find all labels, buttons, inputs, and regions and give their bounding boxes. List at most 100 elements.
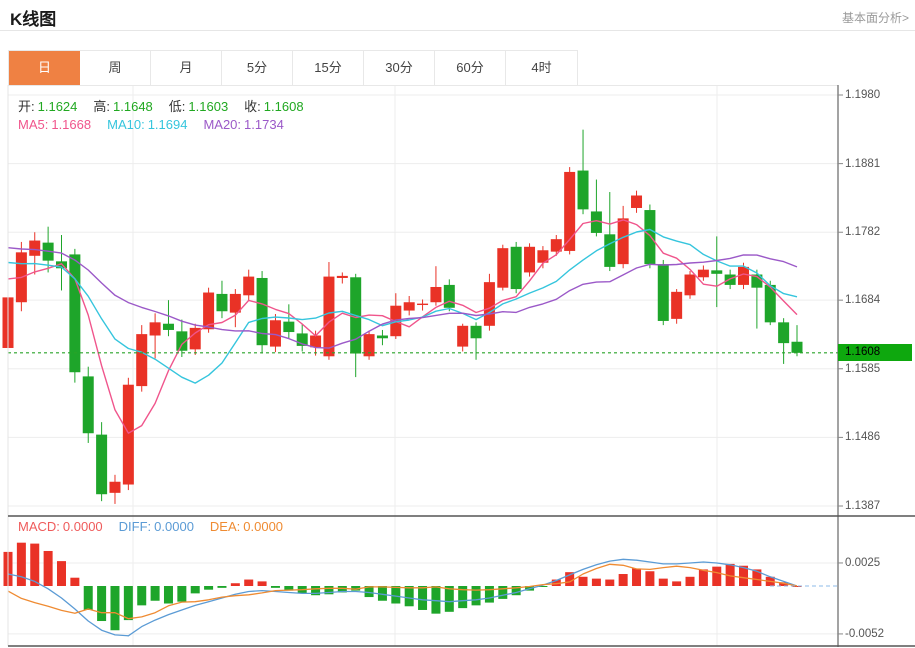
- tab-interval-5[interactable]: 30分: [364, 51, 435, 85]
- macd-bar-down: [431, 586, 440, 614]
- candle-down: [658, 264, 669, 321]
- legend-item: 低:1.1603: [169, 99, 228, 114]
- macd-bar-down: [164, 586, 173, 604]
- macd-bar-down: [217, 586, 226, 588]
- legend-item: DEA:0.0000: [210, 519, 283, 534]
- candle-up: [270, 320, 281, 346]
- candle-down: [792, 342, 803, 353]
- ohlc-legend: 开:1.1624 高:1.1648 低:1.1603 收:1.1608: [18, 96, 320, 115]
- macd-bar-up: [645, 571, 654, 586]
- macd-bar-up: [70, 578, 79, 586]
- candle-down: [711, 270, 722, 273]
- interval-tabstrip: 日周月5分15分30分60分4时: [8, 50, 578, 86]
- candle-up: [671, 292, 682, 319]
- kline-chart-area[interactable]: [0, 85, 915, 648]
- tab-interval-3[interactable]: 5分: [222, 51, 293, 85]
- candle-up: [524, 247, 535, 273]
- macd-bar-up: [592, 579, 601, 586]
- macd-bar-up: [17, 543, 26, 586]
- candle-up: [457, 326, 468, 347]
- macd-bar-up: [44, 551, 53, 586]
- candle-down: [604, 234, 615, 267]
- candle-down: [444, 285, 455, 308]
- candle-up: [230, 294, 241, 313]
- candle-up: [337, 276, 348, 278]
- candle-down: [69, 254, 80, 372]
- candle-up: [685, 275, 696, 296]
- candle-down: [644, 210, 655, 264]
- candle-up: [123, 385, 134, 485]
- kline-chart-canvas[interactable]: [0, 85, 915, 648]
- macd-bar-down: [137, 586, 146, 605]
- macd-bar-down: [472, 586, 481, 605]
- candle-up: [618, 218, 629, 264]
- macd-bar-down: [445, 586, 454, 612]
- tab-interval-6[interactable]: 60分: [435, 51, 506, 85]
- header-divider: [0, 30, 915, 31]
- candle-up: [136, 334, 147, 386]
- macd-bar-up: [258, 581, 267, 586]
- legend-item: DIFF:0.0000: [119, 519, 194, 534]
- candle-down: [578, 171, 589, 210]
- candle-down: [257, 278, 268, 345]
- macd-bar-up: [686, 577, 695, 586]
- legend-item: 开:1.1624: [18, 99, 77, 114]
- candle-down: [471, 326, 482, 338]
- macd-bar-up: [244, 580, 253, 586]
- candle-down: [96, 435, 107, 495]
- legend-item: 收:1.1608: [244, 99, 303, 114]
- macd-bar-up: [579, 577, 588, 586]
- candle-up: [698, 270, 709, 278]
- candle-up: [631, 195, 642, 207]
- current-price-tag: 1.1608: [838, 344, 912, 361]
- candle-up: [29, 241, 40, 256]
- macd-bar-up: [619, 574, 628, 586]
- legend-item: MACD:0.0000: [18, 519, 103, 534]
- macd-bar-up: [231, 583, 240, 586]
- candle-up: [310, 336, 321, 348]
- macd-bar-down: [84, 586, 93, 610]
- candle-down: [83, 376, 94, 433]
- macd-bar-down: [151, 586, 160, 601]
- fundamental-analysis-link[interactable]: 基本面分析>: [842, 9, 909, 26]
- candle-up: [404, 302, 415, 310]
- tab-interval-0[interactable]: 日: [9, 51, 80, 85]
- candle-up: [109, 482, 120, 493]
- ma-legend: MA5:1.1668MA10:1.1694MA20:1.1734: [18, 117, 300, 132]
- macd-bar-up: [632, 568, 641, 586]
- macd-bar-down: [391, 586, 400, 604]
- candle-up: [150, 322, 161, 335]
- page-title: K线图: [10, 5, 56, 30]
- macd-bar-down: [418, 586, 427, 610]
- candle-up: [417, 304, 428, 305]
- candle-down: [283, 322, 294, 332]
- candle-down: [216, 294, 227, 311]
- macd-bar-up: [699, 569, 708, 586]
- candle-up: [484, 282, 495, 326]
- candle-down: [725, 275, 736, 285]
- macd-bar-down: [204, 586, 213, 590]
- candle-down: [377, 336, 388, 339]
- macd-bar-down: [271, 586, 280, 588]
- tab-interval-7[interactable]: 4时: [506, 51, 577, 85]
- macd-bar-up: [659, 579, 668, 586]
- macd-bar-down: [405, 586, 414, 606]
- macd-bar-up: [712, 567, 721, 586]
- macd-bar-up: [57, 561, 66, 586]
- candle-up: [430, 287, 441, 302]
- macd-bar-down: [485, 586, 494, 603]
- candle-up: [323, 277, 334, 357]
- tab-interval-2[interactable]: 月: [151, 51, 222, 85]
- macd-bar-up: [672, 581, 681, 586]
- macd-bar-down: [191, 586, 200, 593]
- candle-up: [497, 248, 508, 288]
- candle-up: [243, 277, 254, 296]
- candle-down: [778, 322, 789, 343]
- legend-item: 高:1.1648: [93, 99, 152, 114]
- candle-down: [163, 324, 174, 330]
- legend-item: MA20:1.1734: [203, 117, 283, 132]
- macd-bar-down: [124, 586, 133, 620]
- tab-interval-1[interactable]: 周: [80, 51, 151, 85]
- legend-item: MA10:1.1694: [107, 117, 187, 132]
- tab-interval-4[interactable]: 15分: [293, 51, 364, 85]
